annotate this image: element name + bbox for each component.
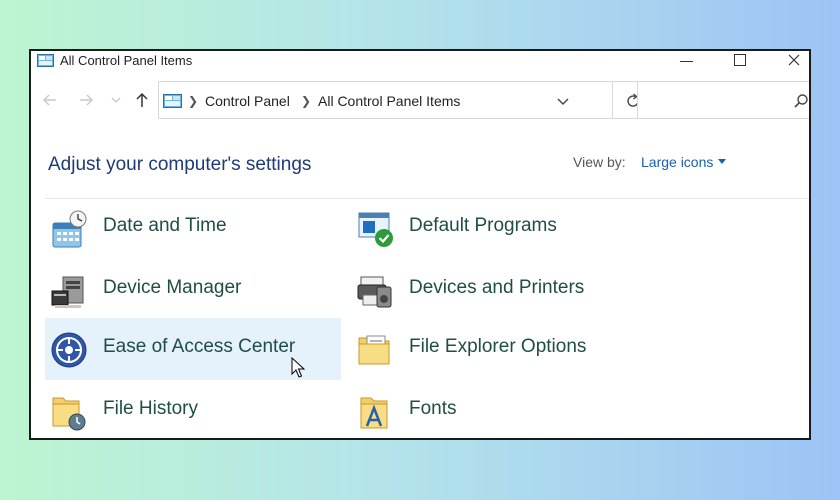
- item-device-manager[interactable]: Device Manager: [45, 259, 341, 321]
- item-label: File Explorer Options: [409, 336, 587, 357]
- search-icon: [794, 94, 808, 108]
- chevron-down-icon: [111, 97, 121, 103]
- breadcrumb-separator-icon[interactable]: ❯: [301, 94, 311, 108]
- item-file-explorer-options[interactable]: File Explorer Options: [351, 318, 647, 380]
- close-button[interactable]: [771, 51, 809, 73]
- up-button[interactable]: [131, 89, 153, 111]
- item-label: Ease of Access Center: [103, 336, 296, 357]
- recent-locations-button[interactable]: [109, 89, 123, 111]
- item-file-history[interactable]: File History: [45, 380, 341, 438]
- window-title: All Control Panel Items: [60, 53, 193, 68]
- item-default-programs[interactable]: Default Programs: [351, 197, 647, 259]
- view-by-value: Large icons: [641, 154, 714, 170]
- control-panel-icon: [163, 94, 182, 108]
- default-programs-icon: [358, 212, 393, 247]
- item-label: Devices and Printers: [409, 277, 585, 298]
- printer-icon: [357, 276, 392, 308]
- search-input[interactable]: [637, 81, 809, 119]
- arrow-left-icon: [43, 94, 56, 106]
- arrow-right-icon: [80, 94, 93, 106]
- device-manager-icon: [51, 276, 84, 308]
- view-by-label: View by:: [573, 154, 626, 170]
- item-label: Device Manager: [103, 277, 242, 298]
- title-bar[interactable]: All Control Panel Items: [31, 51, 809, 73]
- navigation-bar: ❯ Control Panel ❯ All Control Panel Item…: [31, 81, 809, 121]
- item-devices-and-printers[interactable]: Devices and Printers: [351, 259, 647, 321]
- control-panel-icon: [37, 54, 54, 67]
- back-button[interactable]: [39, 89, 61, 111]
- folder-options-icon: [358, 335, 390, 365]
- page-title: Adjust your computer's settings: [48, 154, 312, 175]
- item-label: Default Programs: [409, 215, 557, 236]
- item-date-and-time[interactable]: Date and Time: [45, 197, 341, 259]
- ease-of-access-icon: [51, 332, 87, 368]
- view-by-dropdown[interactable]: Large icons: [641, 154, 727, 170]
- breadcrumb-separator-icon[interactable]: ❯: [188, 94, 198, 108]
- calendar-clock-icon: [52, 210, 87, 248]
- arrow-up-icon: [136, 92, 148, 107]
- caret-down-icon: [718, 159, 727, 164]
- close-icon: [788, 54, 800, 66]
- maximize-button[interactable]: [717, 51, 763, 73]
- item-label: File History: [103, 398, 199, 419]
- breadcrumb-all-items[interactable]: All Control Panel Items: [318, 93, 460, 109]
- file-history-icon: [52, 397, 86, 431]
- minimize-button[interactable]: [663, 51, 709, 73]
- forward-button[interactable]: [75, 89, 97, 111]
- mouse-pointer-icon: [291, 357, 305, 378]
- item-label: Fonts: [409, 398, 457, 419]
- control-panel-window: All Control Panel Items ❯ Control Panel …: [29, 49, 811, 440]
- item-fonts[interactable]: Fonts: [351, 380, 647, 438]
- address-history-dropdown[interactable]: [555, 93, 571, 109]
- address-bar[interactable]: ❯ Control Panel ❯ All Control Panel Item…: [158, 81, 613, 119]
- fonts-folder-icon: [360, 397, 388, 429]
- chevron-down-icon: [557, 98, 569, 105]
- breadcrumb-control-panel[interactable]: Control Panel: [205, 93, 290, 109]
- item-label: Date and Time: [103, 215, 227, 236]
